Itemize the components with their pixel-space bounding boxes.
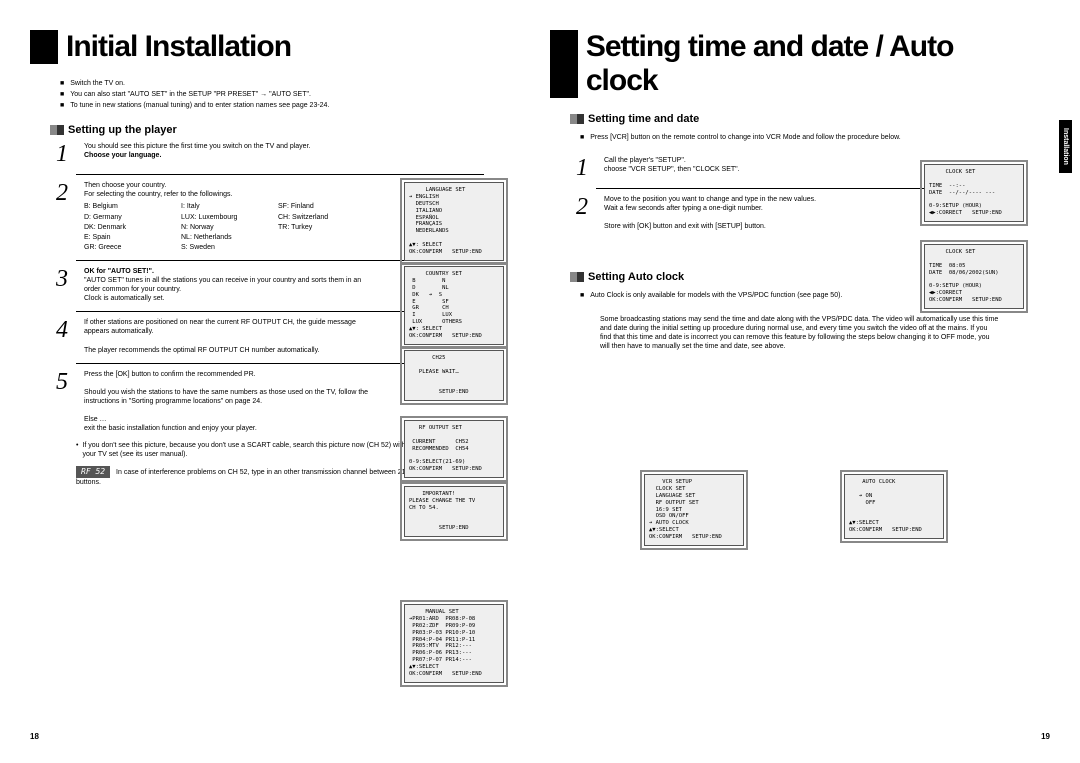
step-body: Then choose your country. For selecting … — [84, 181, 375, 252]
section-bar-icon — [570, 272, 584, 282]
page-title: Setting time and date / Auto clock — [578, 30, 1030, 98]
step-number: 5 — [56, 370, 76, 434]
screen-important: IMPORTANT! PLEASE CHANGE THE TV CH TO 54… — [400, 482, 508, 541]
step-body: OK for "AUTO SET!". "AUTO SET" tunes in … — [84, 267, 375, 303]
screen-autoclock: AUTO CLOCK ➔ ON OFF ▲▼:SELECT OK:CONFIRM… — [840, 470, 948, 543]
screen-language: LANGUAGE SET ➔ ENGLISH DEUTSCH ITALIANO … — [400, 178, 508, 265]
rf-badge: RF 52 — [76, 466, 110, 478]
screen-vcrsetup: VCR SETUP CLOCK SET LANGUAGE SET RF OUTP… — [640, 470, 748, 550]
bullet: Switch the TV on. — [60, 79, 510, 88]
step-number: 2 — [576, 195, 596, 231]
title-bar-left: Initial Installation — [30, 30, 510, 64]
step-number: 3 — [56, 267, 76, 303]
intro-bullets: Switch the TV on. You can also start "AU… — [60, 79, 510, 110]
page-number-left: 18 — [30, 732, 39, 741]
page-18: Initial Installation Switch the TV on. Y… — [30, 30, 510, 487]
bullet: To tune in new stations (manual tuning) … — [60, 101, 510, 110]
screen-clock2: CLOCK SET TIME 08:05 DATE 08/06/2002(SUN… — [920, 240, 1028, 313]
step-number: 1 — [576, 156, 596, 180]
screen-country: COUNTRY SET B N D NL DK ➔ S E SF GR CH I… — [400, 262, 508, 349]
title-tab-icon — [550, 30, 578, 98]
page-19: Setting time and date / Auto clock Setti… — [550, 30, 1030, 355]
section-title: Setting Auto clock — [588, 271, 684, 283]
section-header: Setting up the player — [50, 124, 510, 136]
step-number: 1 — [56, 142, 76, 166]
page-title: Initial Installation — [58, 30, 291, 64]
step-1: 1 You should see this picture the first … — [56, 142, 510, 166]
bullet: Press [VCR] button on the remote control… — [580, 133, 1030, 142]
section-header: Setting time and date — [570, 113, 1030, 125]
step-body: Call the player's "SETUP". choose "VCR S… — [604, 156, 895, 180]
step-body: Move to the position you want to change … — [604, 195, 895, 231]
section-bar-icon — [570, 114, 584, 124]
title-bar-right: Setting time and date / Auto clock — [550, 30, 1030, 98]
section-title: Setting up the player — [68, 124, 177, 136]
country-table: B: BelgiumI: ItalySF: Finland D: Germany… — [84, 202, 375, 251]
step-body: You should see this picture the first ti… — [84, 142, 375, 166]
bullet: You can also start "AUTO SET" in the SET… — [60, 90, 510, 99]
step-body: Press the [OK] button to confirm the rec… — [84, 370, 375, 434]
section-bar-icon — [50, 125, 64, 135]
step-body: If other stations are positioned on near… — [84, 318, 375, 354]
screen-manual: MANUAL SET ➔PR01:ARD PR08:P-08 PR02:ZDF … — [400, 600, 508, 687]
body-text: Some broadcasting stations may send the … — [600, 315, 1000, 351]
bullets: Press [VCR] button on the remote control… — [580, 133, 1030, 142]
side-tab: Installation — [1059, 120, 1072, 173]
title-tab-icon — [30, 30, 58, 64]
step-number: 4 — [56, 318, 76, 354]
divider — [76, 174, 484, 175]
step-number: 2 — [56, 181, 76, 252]
screen-autoset: CH25 PLEASE WAIT… SETUP:END — [400, 346, 508, 405]
section-title: Setting time and date — [588, 113, 699, 125]
screen-rfoutput: RF OUTPUT SET CURRENT CH52 RECOMMENDED C… — [400, 416, 508, 482]
page-number-right: 19 — [1041, 732, 1050, 741]
screen-clock1: CLOCK SET TIME --:-- DATE --/--/---- ---… — [920, 160, 1028, 226]
